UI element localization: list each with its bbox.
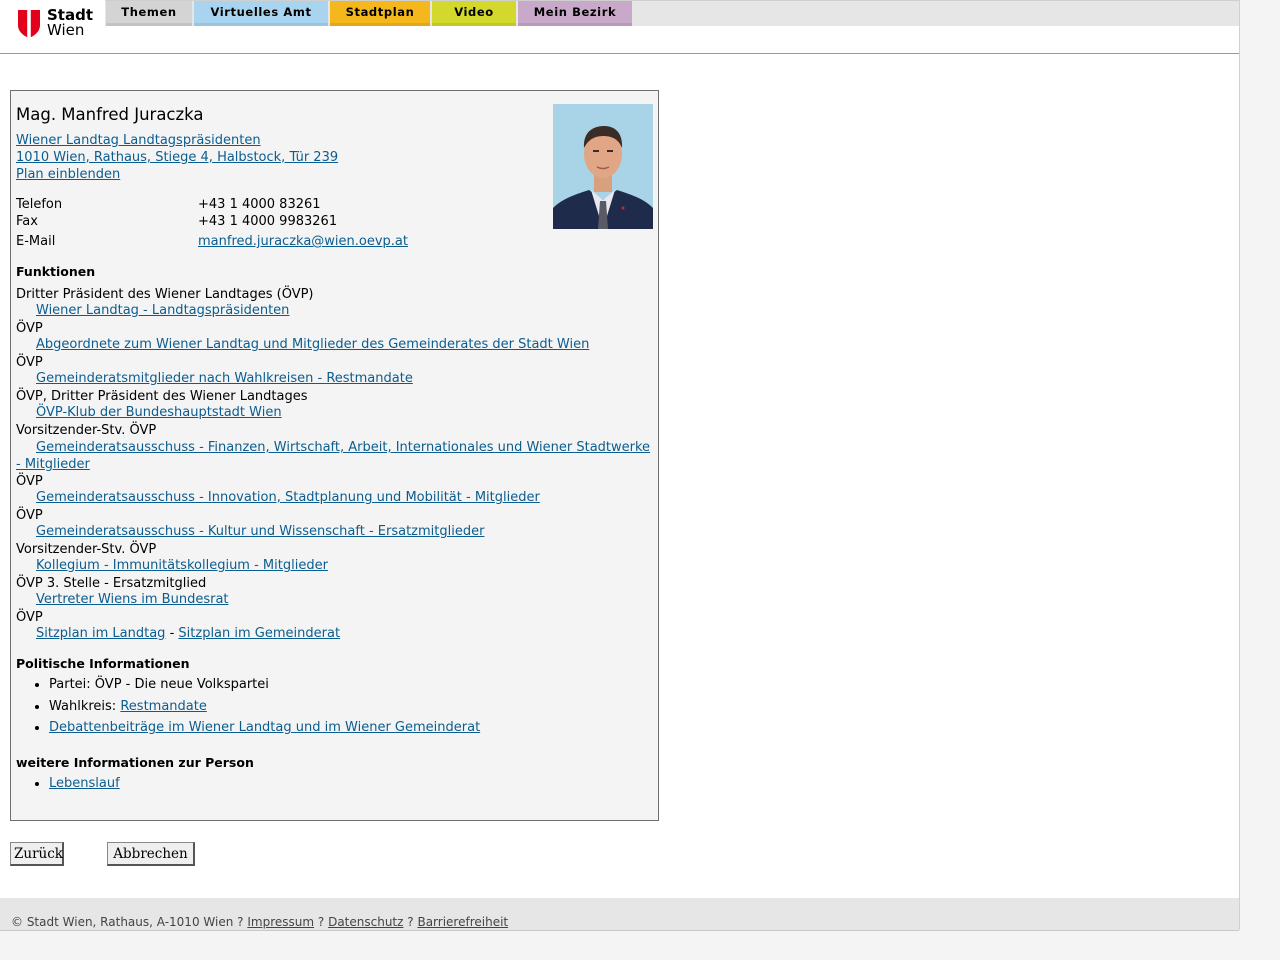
tab-themen[interactable]: Themen: [106, 1, 192, 26]
person-photo: [553, 104, 653, 229]
function-link[interactable]: Gemeinderatsmitglieder nach Wahlkreisen …: [36, 371, 413, 386]
function-link[interactable]: Vertreter Wiens im Bundesrat: [36, 592, 229, 607]
politisch-heading: Politische Informationen: [16, 656, 190, 671]
partei-label: Partei:: [49, 677, 91, 692]
function-role: ÖVP: [16, 508, 43, 523]
function-role: ÖVP: [16, 474, 43, 489]
function-role: ÖVP: [16, 355, 43, 370]
partei-value: ÖVP - Die neue Volkspartei: [94, 677, 269, 692]
footer-separator: ?: [237, 915, 244, 929]
footer-copyright: © Stadt Wien, Rathaus, A-1010 Wien: [11, 915, 234, 929]
lebenslauf-link[interactable]: Lebenslauf: [49, 776, 120, 791]
list-item: Debattenbeiträge im Wiener Landtag und i…: [49, 717, 480, 739]
function-role: Vorsitzender-Stv. ÖVP: [16, 542, 157, 557]
funktionen-heading: Funktionen: [16, 264, 96, 279]
sitzplan-separator: -: [169, 626, 175, 641]
function-role: ÖVP 3. Stelle - Ersatzmitglied: [16, 576, 207, 591]
impressum-link[interactable]: Impressum: [247, 915, 314, 929]
back-button[interactable]: Zurück: [10, 842, 64, 866]
tab-stadtplan[interactable]: Stadtplan: [330, 1, 430, 26]
datenschutz-link[interactable]: Datenschutz: [328, 915, 403, 929]
tab-virtuelles-amt[interactable]: Virtuelles Amt: [194, 1, 328, 26]
footer-separator: ?: [317, 915, 325, 929]
function-role: ÖVP: [16, 321, 43, 336]
wahlkreis-label: Wahlkreis:: [49, 698, 117, 714]
tab-mein-bezirk[interactable]: Mein Bezirk: [518, 1, 632, 26]
phone-label: Telefon: [16, 197, 63, 212]
stadt-wien-logo[interactable]: Stadt Wien: [17, 8, 97, 43]
logo-line2: Wien: [47, 21, 85, 39]
function-link[interactable]: Gemeinderatsausschuss - Innovation, Stad…: [36, 490, 540, 505]
function-link[interactable]: Gemeinderatsausschuss - Finanzen, Wirtsc…: [16, 440, 650, 472]
email-label: E-Mail: [16, 234, 56, 249]
site-header: Stadt Wien Themen Virtuelles Amt Stadtpl…: [0, 0, 1239, 54]
page: Stadt Wien Themen Virtuelles Amt Stadtpl…: [0, 0, 1240, 931]
phone-value: +43 1 4000 83261: [198, 197, 321, 212]
weitere-list: Lebenslauf: [16, 773, 120, 795]
sitzplan-links: Sitzplan im Landtag - Sitzplan im Gemein…: [36, 626, 340, 641]
function-role: Vorsitzender-Stv. ÖVP: [16, 423, 157, 438]
fax-value: +43 1 4000 9983261: [198, 214, 338, 229]
main-nav: Themen Virtuelles Amt Stadtplan Video Me…: [105, 0, 1239, 26]
tab-video[interactable]: Video: [432, 1, 516, 26]
person-name: Mag. Manfred Juraczka: [16, 105, 204, 124]
function-link[interactable]: ÖVP-Klub der Bundeshauptstadt Wien: [36, 405, 282, 420]
debatten-link[interactable]: Debattenbeiträge im Wiener Landtag und i…: [49, 720, 480, 735]
sitzplan-gemeinderat-link[interactable]: Sitzplan im Gemeinderat: [178, 626, 340, 641]
list-item: Partei: ÖVP - Die neue Volkspartei: [49, 674, 480, 696]
function-role: Dritter Präsident des Wiener Landtages (…: [16, 287, 314, 302]
list-item: Wahlkreis: Restmandate: [49, 696, 480, 718]
wien-shield-icon: [18, 10, 40, 38]
sitzplan-landtag-link[interactable]: Sitzplan im Landtag: [36, 626, 165, 641]
email-link[interactable]: manfred.juraczka@wien.oevp.at: [198, 234, 408, 249]
politisch-list: Partei: ÖVP - Die neue Volkspartei Wahlk…: [16, 674, 480, 739]
function-link[interactable]: Kollegium - Immunitätskollegium - Mitgli…: [36, 558, 328, 573]
function-role: ÖVP: [16, 610, 43, 625]
portrait-image: [553, 104, 653, 229]
function-link[interactable]: Abgeordnete zum Wiener Landtag und Mitgl…: [36, 337, 589, 352]
site-footer: © Stadt Wien, Rathaus, A-1010 Wien ? Imp…: [0, 898, 1239, 931]
footer-separator: ?: [407, 915, 414, 929]
function-link[interactable]: Gemeinderatsausschuss - Kultur und Wisse…: [36, 524, 484, 539]
address-link[interactable]: 1010 Wien, Rathaus, Stiege 4, Halbstock,…: [16, 149, 338, 166]
function-link[interactable]: Wiener Landtag - Landtagspräsidenten: [36, 303, 289, 318]
footer-text: © Stadt Wien, Rathaus, A-1010 Wien ? Imp…: [11, 915, 508, 929]
show-plan-link[interactable]: Plan einblenden: [16, 166, 120, 183]
org-link[interactable]: Wiener Landtag Landtagspräsidenten: [16, 132, 261, 149]
function-role: ÖVP, Dritter Präsident des Wiener Landta…: [16, 389, 308, 404]
logo-text: Stadt Wien: [47, 8, 93, 38]
barrierefreiheit-link[interactable]: Barrierefreiheit: [417, 915, 508, 929]
person-card: Mag. Manfred Juraczka Wiener Landtag Lan…: [10, 90, 659, 821]
weitere-heading: weitere Informationen zur Person: [16, 755, 254, 770]
wahlkreis-link[interactable]: Restmandate: [120, 699, 207, 714]
cancel-button[interactable]: Abbrechen: [107, 842, 195, 866]
fax-label: Fax: [16, 214, 38, 229]
list-item: Lebenslauf: [49, 773, 120, 795]
function-link-wrap: Gemeinderatsausschuss - Finanzen, Wirtsc…: [16, 439, 656, 473]
